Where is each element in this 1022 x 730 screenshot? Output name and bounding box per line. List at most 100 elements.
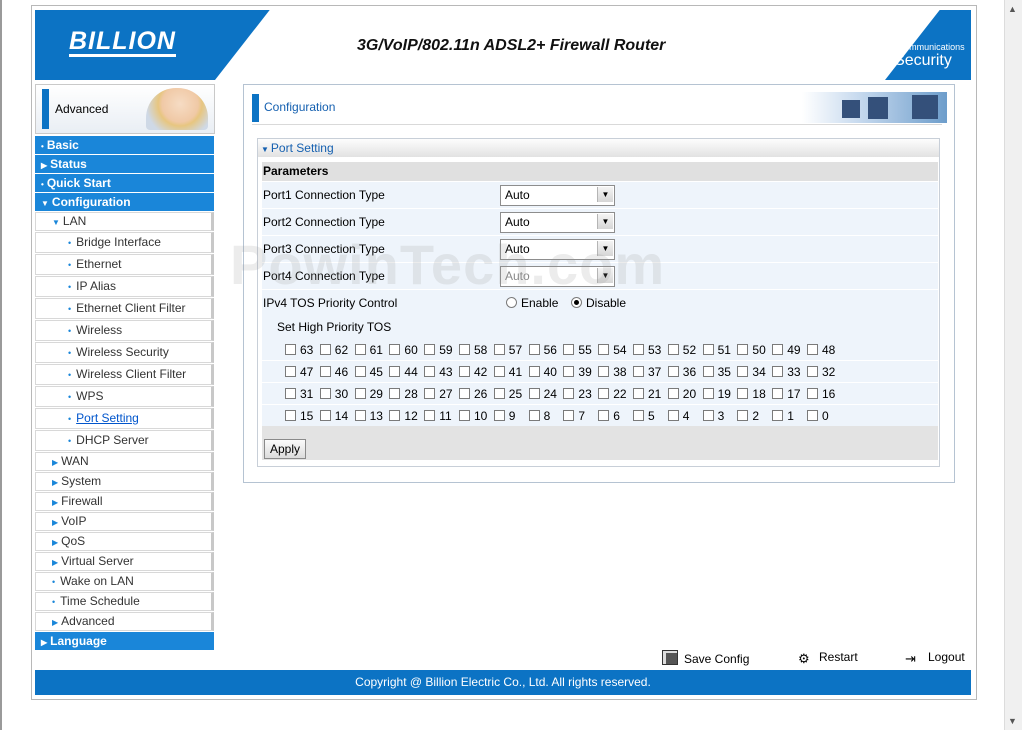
tos-checkbox[interactable]	[737, 366, 749, 377]
tos-checkbox[interactable]	[633, 344, 644, 355]
sidebar-item-status[interactable]: ▶ Status	[35, 155, 214, 173]
tos-checkbox[interactable]	[528, 388, 540, 399]
tos-checkbox[interactable]	[667, 344, 679, 355]
tos-checkbox[interactable]	[772, 410, 784, 421]
tos-checkbox[interactable]	[563, 344, 575, 355]
sidebar-item-system[interactable]: ▶ System	[35, 472, 214, 491]
tos-checkbox[interactable]	[285, 410, 296, 421]
tos-checkbox[interactable]	[424, 410, 436, 421]
tos-checkbox[interactable]	[737, 410, 749, 421]
tos-checkbox[interactable]	[598, 388, 610, 399]
scroll-down-icon[interactable]: ▼	[1008, 716, 1017, 726]
tos-checkbox[interactable]	[354, 366, 366, 377]
tos-checkbox[interactable]	[702, 344, 714, 355]
tos-checkbox[interactable]	[807, 366, 818, 377]
tos-checkbox[interactable]	[459, 410, 470, 421]
tos-checkbox[interactable]	[319, 344, 331, 355]
tos-checkbox[interactable]	[354, 388, 366, 399]
tos-checkbox[interactable]	[737, 388, 749, 399]
tos-checkbox[interactable]	[528, 344, 540, 355]
tos-checkbox[interactable]	[633, 366, 644, 377]
tos-checkbox[interactable]	[493, 388, 505, 399]
tos-checkbox[interactable]	[528, 410, 540, 421]
tos-checkbox[interactable]	[285, 344, 296, 355]
tos-checkbox[interactable]	[389, 366, 401, 377]
port1-connection-select[interactable]: Auto ▼	[500, 185, 615, 206]
tos-checkbox[interactable]	[598, 344, 610, 355]
sidebar-item-basic[interactable]: • Basic	[35, 136, 214, 154]
tos-checkbox[interactable]	[354, 344, 366, 355]
port2-connection-select[interactable]: Auto ▼	[500, 212, 615, 233]
tos-enable-radio[interactable]	[506, 297, 517, 308]
tos-checkbox[interactable]	[389, 344, 401, 355]
sidebar-item-configuration[interactable]: ▼ Configuration	[35, 193, 214, 211]
tos-checkbox[interactable]	[459, 388, 470, 399]
tos-checkbox[interactable]	[772, 366, 784, 377]
tos-checkbox[interactable]	[528, 366, 540, 377]
scroll-up-icon[interactable]: ▲	[1008, 4, 1017, 14]
sidebar-item-time-schedule[interactable]: • Time Schedule	[35, 592, 214, 611]
tos-checkbox[interactable]	[598, 410, 610, 421]
tos-checkbox[interactable]	[493, 410, 505, 421]
tos-disable-radio[interactable]	[571, 297, 582, 308]
sidebar-item-voip[interactable]: ▶ VoIP	[35, 512, 214, 531]
sidebar-item-ethernet-client-filter[interactable]: • Ethernet Client Filter	[35, 298, 214, 319]
tos-checkbox[interactable]	[285, 366, 296, 377]
tos-checkbox[interactable]	[354, 410, 366, 421]
sidebar-item-virtual-server[interactable]: ▶ Virtual Server	[35, 552, 214, 571]
sidebar-item-wake-on-lan[interactable]: • Wake on LAN	[35, 572, 214, 591]
tos-checkbox[interactable]	[667, 366, 679, 377]
tos-checkbox[interactable]	[702, 410, 714, 421]
sidebar-item-wireless-security[interactable]: • Wireless Security	[35, 342, 214, 363]
tos-checkbox[interactable]	[598, 366, 610, 377]
tos-checkbox[interactable]	[493, 344, 505, 355]
sidebar-item-wireless-client-filter[interactable]: • Wireless Client Filter	[35, 364, 214, 385]
tos-checkbox[interactable]	[563, 366, 575, 377]
tos-checkbox[interactable]	[389, 410, 401, 421]
tos-checkbox[interactable]	[807, 344, 818, 355]
sidebar-item-ip-alias[interactable]: • IP Alias	[35, 276, 214, 297]
sidebar-item-quick-start[interactable]: • Quick Start	[35, 174, 214, 192]
tos-checkbox[interactable]	[285, 388, 296, 399]
tos-checkbox[interactable]	[424, 344, 436, 355]
tos-checkbox[interactable]	[702, 366, 714, 377]
sidebar-item-dhcp-server[interactable]: • DHCP Server	[35, 430, 214, 451]
restart-button[interactable]: ⚙ Restart	[798, 650, 858, 665]
sidebar-item-advanced[interactable]: ▶ Advanced	[35, 612, 214, 631]
tos-checkbox[interactable]	[563, 410, 575, 421]
tos-checkbox[interactable]	[772, 388, 784, 399]
apply-button[interactable]: Apply	[264, 439, 306, 459]
sidebar-item-firewall[interactable]: ▶ Firewall	[35, 492, 214, 511]
tos-checkbox[interactable]	[667, 410, 679, 421]
sidebar-item-language[interactable]: ▶ Language	[35, 632, 214, 650]
vertical-scrollbar[interactable]: ▲ ▼	[1004, 0, 1022, 730]
tos-checkbox[interactable]	[633, 388, 644, 399]
tos-checkbox[interactable]	[772, 344, 784, 355]
tos-checkbox[interactable]	[702, 388, 714, 399]
tos-checkbox[interactable]	[319, 366, 331, 377]
logout-button[interactable]: ⇥ Logout	[905, 650, 965, 665]
port-setting-header[interactable]: ▼ Port Setting	[258, 139, 939, 157]
tos-checkbox[interactable]	[424, 388, 436, 399]
sidebar-item-wps[interactable]: • WPS	[35, 386, 214, 407]
sidebar-item-port-setting[interactable]: • Port Setting	[35, 408, 214, 429]
tos-checkbox[interactable]	[424, 366, 436, 377]
tos-checkbox[interactable]	[389, 388, 401, 399]
save-config-button[interactable]: Save Config	[662, 650, 749, 666]
sidebar-item-bridge-interface[interactable]: • Bridge Interface	[35, 232, 214, 253]
tos-checkbox[interactable]	[807, 410, 818, 421]
sidebar-item-ethernet[interactable]: • Ethernet	[35, 254, 214, 275]
tos-checkbox[interactable]	[459, 344, 470, 355]
tos-checkbox[interactable]	[563, 388, 575, 399]
sidebar-item-wan[interactable]: ▶ WAN	[35, 452, 214, 471]
sidebar-item-lan[interactable]: ▼ LAN	[35, 212, 214, 231]
tos-checkbox[interactable]	[667, 388, 679, 399]
tos-checkbox[interactable]	[459, 366, 470, 377]
tos-checkbox[interactable]	[319, 388, 331, 399]
tos-checkbox[interactable]	[319, 410, 331, 421]
tos-checkbox[interactable]	[737, 344, 749, 355]
sidebar-item-wireless[interactable]: • Wireless	[35, 320, 214, 341]
tos-checkbox[interactable]	[633, 410, 644, 421]
tos-checkbox[interactable]	[807, 388, 818, 399]
tos-checkbox[interactable]	[493, 366, 505, 377]
